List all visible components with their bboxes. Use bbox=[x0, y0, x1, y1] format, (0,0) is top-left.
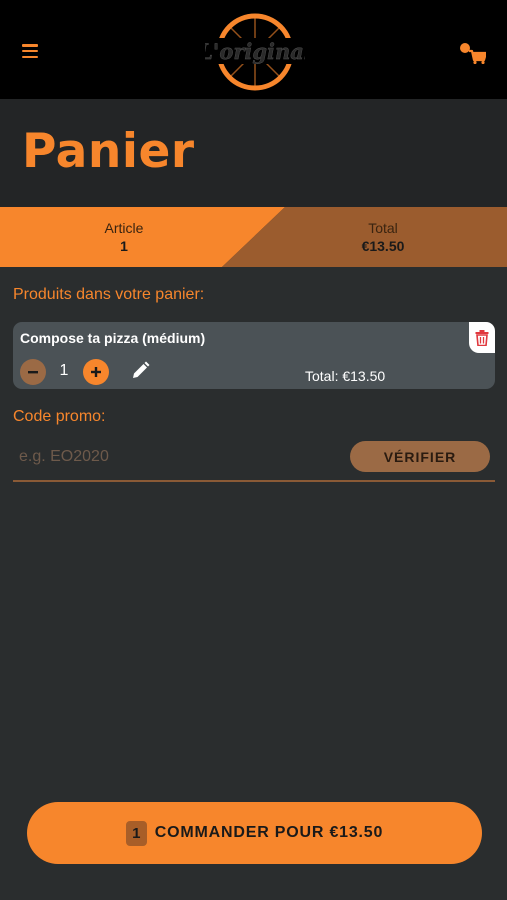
plus-icon bbox=[91, 367, 101, 377]
minus-icon bbox=[28, 371, 38, 374]
order-count-badge: 1 bbox=[125, 820, 147, 846]
article-count: Article 1 bbox=[44, 220, 204, 254]
article-value: 1 bbox=[120, 238, 128, 254]
top-bar: L'original bbox=[0, 0, 507, 99]
promo-underline bbox=[13, 480, 495, 482]
trash-icon[interactable] bbox=[469, 322, 495, 353]
promo-code-input[interactable] bbox=[13, 440, 343, 474]
verify-button[interactable]: VÉRIFIER bbox=[350, 441, 490, 472]
hamburger-icon[interactable] bbox=[22, 44, 38, 58]
cart-summary: Article 1 Total €13.50 bbox=[0, 207, 507, 267]
pencil-icon[interactable] bbox=[130, 361, 150, 381]
increase-quantity-button[interactable] bbox=[83, 359, 109, 385]
total-label: Total bbox=[368, 220, 398, 236]
logo-text: L'original bbox=[205, 39, 305, 64]
item-name: Compose ta pizza (médium) bbox=[20, 330, 206, 346]
order-button[interactable]: 1 COMMANDER POUR €13.50 bbox=[27, 802, 482, 864]
page-title: Panier bbox=[22, 124, 195, 179]
item-total: Total: €13.50 bbox=[305, 368, 386, 384]
cart-item: Compose ta pizza (médium) 1 Total: €13.5… bbox=[13, 322, 495, 389]
decrease-quantity-button[interactable] bbox=[20, 359, 46, 385]
promo-label: Code promo: bbox=[13, 408, 106, 425]
cart-total: Total €13.50 bbox=[303, 220, 463, 254]
cart-icon[interactable] bbox=[458, 42, 486, 64]
order-button-label: COMMANDER POUR €13.50 bbox=[154, 824, 384, 841]
products-heading: Produits dans votre panier: bbox=[13, 286, 205, 303]
quantity-value: 1 bbox=[59, 362, 69, 379]
article-label: Article bbox=[104, 220, 144, 236]
logo[interactable]: L'original bbox=[205, 8, 305, 96]
total-value: €13.50 bbox=[361, 238, 405, 254]
